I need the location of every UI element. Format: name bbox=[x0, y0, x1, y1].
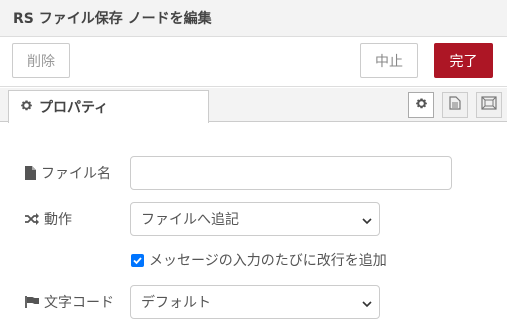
done-button[interactable]: 完了 bbox=[434, 43, 493, 78]
gear-icon bbox=[415, 97, 428, 114]
shuffle-icon bbox=[25, 213, 39, 225]
action-select[interactable]: ファイルへ追記 bbox=[130, 202, 380, 236]
cancel-button-label: 中止 bbox=[375, 53, 403, 70]
tab-properties-label: プロパティ bbox=[39, 100, 109, 116]
file-icon bbox=[25, 166, 36, 180]
frame-icon bbox=[481, 96, 497, 114]
document-icon bbox=[449, 96, 461, 114]
cancel-button[interactable]: 中止 bbox=[360, 43, 418, 78]
done-button-label: 完了 bbox=[449, 53, 478, 70]
flag-icon bbox=[25, 296, 39, 308]
delete-button-label: 削除 bbox=[27, 53, 55, 70]
encoding-label: 文字コード bbox=[25, 292, 114, 312]
delete-button[interactable]: 削除 bbox=[12, 43, 70, 78]
encoding-select-value: デフォルト bbox=[141, 295, 211, 311]
filename-label: ファイル名 bbox=[25, 163, 111, 183]
encoding-label-text: 文字コード bbox=[44, 295, 114, 311]
encoding-select[interactable]: デフォルト bbox=[130, 285, 380, 319]
newline-checkbox-label: メッセージの入力のたびに改行を追加 bbox=[149, 253, 387, 269]
editor-title: RS ファイル保存 ノードを編集 bbox=[0, 0, 507, 37]
gear-icon bbox=[20, 99, 33, 116]
editor-toolbar: 削除 中止 完了 bbox=[0, 37, 507, 87]
action-label-text: 動作 bbox=[44, 212, 72, 228]
chevron-down-icon bbox=[362, 214, 372, 230]
action-label: 動作 bbox=[25, 209, 72, 229]
filename-label-text: ファイル名 bbox=[41, 166, 111, 182]
chevron-down-icon bbox=[362, 297, 372, 313]
newline-option: メッセージの入力のたびに改行を追加 bbox=[131, 250, 387, 270]
tab-description-button[interactable] bbox=[442, 92, 468, 118]
filename-input[interactable] bbox=[130, 156, 452, 190]
newline-checkbox[interactable] bbox=[131, 253, 144, 267]
tab-settings-button[interactable] bbox=[408, 92, 434, 118]
action-select-value: ファイルへ追記 bbox=[141, 212, 239, 228]
tab-appearance-button[interactable] bbox=[476, 92, 502, 118]
editor-title-text: RS ファイル保存 ノードを編集 bbox=[13, 11, 212, 27]
tab-properties[interactable]: プロパティ bbox=[8, 90, 209, 123]
